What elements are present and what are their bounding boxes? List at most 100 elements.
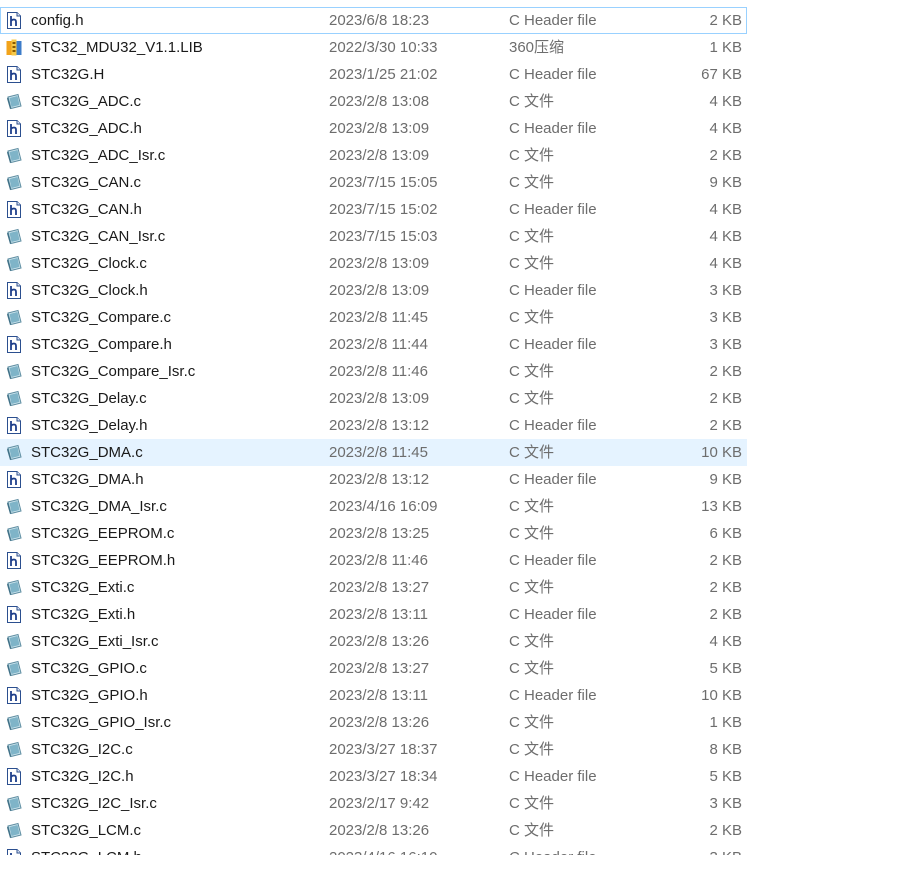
file-size: 3 KB xyxy=(709,282,742,299)
file-name: STC32G_Compare_Isr.c xyxy=(31,363,196,380)
file-row[interactable]: STC32G_DMA_Isr.c 2023/4/16 16:09 C 文件 13… xyxy=(0,493,747,520)
file-date-modified: 2023/2/8 13:11 xyxy=(329,687,428,704)
c-file-icon xyxy=(6,228,22,245)
file-row[interactable]: STC32G_GPIO.h 2023/2/8 13:11 C Header fi… xyxy=(0,682,747,709)
file-size: 1 KB xyxy=(709,714,742,731)
file-date-modified: 2023/2/8 13:27 xyxy=(329,579,430,596)
file-row[interactable]: STC32G_ADC.h 2023/2/8 13:09 C Header fil… xyxy=(0,115,747,142)
c-file-icon xyxy=(6,822,22,839)
file-size: 10 KB xyxy=(701,687,742,704)
file-size: 3 KB xyxy=(709,336,742,353)
file-type: C 文件 xyxy=(509,525,555,542)
file-row[interactable]: STC32G.H 2023/1/25 21:02 C Header file 6… xyxy=(0,61,747,88)
file-row[interactable]: STC32G_Exti.c 2023/2/8 13:27 C 文件 2 KB xyxy=(0,574,747,601)
file-type: C 文件 xyxy=(509,579,555,596)
c-file-icon xyxy=(6,147,22,164)
file-type: C Header file xyxy=(509,120,597,137)
file-name: STC32G_EEPROM.h xyxy=(31,552,176,569)
file-size: 2 KB xyxy=(709,363,742,380)
file-size: 2 KB xyxy=(709,417,742,434)
file-row[interactable]: STC32_MDU32_V1.1.LIB 2022/3/30 10:33 360… xyxy=(0,34,747,61)
file-row[interactable]: STC32G_Delay.c 2023/2/8 13:09 C 文件 2 KB xyxy=(0,385,747,412)
c-file-icon xyxy=(6,309,22,326)
file-type: C 文件 xyxy=(509,363,555,380)
file-type: C 文件 xyxy=(509,309,555,326)
file-row[interactable]: STC32G_Exti_Isr.c 2023/2/8 13:26 C 文件 4 … xyxy=(0,628,747,655)
file-date-modified: 2023/3/27 18:37 xyxy=(329,741,438,758)
archive-file-icon xyxy=(6,39,22,56)
file-row[interactable]: STC32G_GPIO.c 2023/2/8 13:27 C 文件 5 KB xyxy=(0,655,747,682)
file-row[interactable]: STC32G_Compare_Isr.c 2023/2/8 11:46 C 文件… xyxy=(0,358,747,385)
file-name: STC32G_Exti.c xyxy=(31,579,135,596)
c-file-icon xyxy=(6,444,22,461)
file-date-modified: 2023/2/8 13:08 xyxy=(329,93,430,110)
file-row[interactable]: STC32G_CAN.h 2023/7/15 15:02 C Header fi… xyxy=(0,196,747,223)
header-file-icon xyxy=(6,120,22,137)
file-row[interactable]: STC32G_DMA.h 2023/2/8 13:12 C Header fil… xyxy=(0,466,747,493)
file-type: C Header file xyxy=(509,606,597,623)
file-name: STC32G_Exti_Isr.c xyxy=(31,633,159,650)
file-type: C 文件 xyxy=(509,498,555,515)
file-row[interactable]: STC32G_LCM.c 2023/2/8 13:26 C 文件 2 KB xyxy=(0,817,747,844)
file-row[interactable]: STC32G_CAN_Isr.c 2023/7/15 15:03 C 文件 4 … xyxy=(0,223,747,250)
file-row[interactable]: STC32G_CAN.c 2023/7/15 15:05 C 文件 9 KB xyxy=(0,169,747,196)
file-row[interactable]: STC32G_EEPROM.c 2023/2/8 13:25 C 文件 6 KB xyxy=(0,520,747,547)
file-type: C 文件 xyxy=(509,444,555,461)
header-file-icon xyxy=(6,552,22,569)
file-size: 6 KB xyxy=(709,525,742,542)
file-name: STC32G_I2C.h xyxy=(31,768,134,785)
file-row[interactable]: STC32G_EEPROM.h 2023/2/8 11:46 C Header … xyxy=(0,547,747,574)
file-type: C 文件 xyxy=(509,390,555,407)
file-size: 9 KB xyxy=(709,174,742,191)
c-file-icon xyxy=(6,660,22,677)
file-date-modified: 2023/2/8 13:26 xyxy=(329,714,430,731)
file-row[interactable]: STC32G_I2C_Isr.c 2023/2/17 9:42 C 文件 3 K… xyxy=(0,790,747,817)
file-row[interactable]: STC32G_ADC_Isr.c 2023/2/8 13:09 C 文件 2 K… xyxy=(0,142,747,169)
file-row[interactable]: STC32G_Compare.h 2023/2/8 11:44 C Header… xyxy=(0,331,747,358)
header-file-icon xyxy=(6,12,22,29)
file-row[interactable]: STC32G_I2C.h 2023/3/27 18:34 C Header fi… xyxy=(0,763,747,790)
file-type: C 文件 xyxy=(509,174,555,191)
file-type: C Header file xyxy=(509,552,597,569)
file-row[interactable]: STC32G_DMA.c 2023/2/8 11:45 C 文件 10 KB xyxy=(0,439,747,466)
c-file-icon xyxy=(6,498,22,515)
file-date-modified: 2023/2/8 13:09 xyxy=(329,282,430,299)
file-date-modified: 2023/2/8 13:09 xyxy=(329,390,430,407)
file-date-modified: 2023/2/8 11:46 xyxy=(329,552,428,569)
file-row[interactable]: STC32G_Clock.h 2023/2/8 13:09 C Header f… xyxy=(0,277,747,304)
file-name: STC32G_ADC_Isr.c xyxy=(31,147,166,164)
c-file-icon xyxy=(6,255,22,272)
c-file-icon xyxy=(6,633,22,650)
file-size: 1 KB xyxy=(709,39,742,56)
file-size: 2 KB xyxy=(709,579,742,596)
file-size: 4 KB xyxy=(709,228,742,245)
header-file-icon xyxy=(6,471,22,488)
file-size: 10 KB xyxy=(701,444,742,461)
file-row[interactable]: STC32G_Exti.h 2023/2/8 13:11 C Header fi… xyxy=(0,601,747,628)
file-name: STC32G_ADC.c xyxy=(31,93,142,110)
file-size: 3 KB xyxy=(709,309,742,326)
file-date-modified: 2023/4/16 16:09 xyxy=(329,498,438,515)
file-date-modified: 2023/2/8 13:26 xyxy=(329,633,430,650)
file-row[interactable]: STC32G_ADC.c 2023/2/8 13:08 C 文件 4 KB xyxy=(0,88,747,115)
file-row[interactable]: STC32G_I2C.c 2023/3/27 18:37 C 文件 8 KB xyxy=(0,736,747,763)
file-name: STC32G_Compare.c xyxy=(31,309,172,326)
file-row[interactable]: STC32G_Compare.c 2023/2/8 11:45 C 文件 3 K… xyxy=(0,304,747,331)
file-size: 3 KB xyxy=(709,795,742,812)
file-date-modified: 2023/6/8 18:23 xyxy=(329,12,430,29)
file-name: STC32G_Compare.h xyxy=(31,336,172,353)
file-size: 13 KB xyxy=(701,498,742,515)
file-type: C 文件 xyxy=(509,795,555,812)
file-row[interactable]: STC32G_Clock.c 2023/2/8 13:09 C 文件 4 KB xyxy=(0,250,747,277)
file-type: C Header file xyxy=(509,336,597,353)
file-row[interactable]: STC32G_Delay.h 2023/2/8 13:12 C Header f… xyxy=(0,412,747,439)
header-file-icon xyxy=(6,66,22,83)
file-row[interactable]: STC32G_GPIO_Isr.c 2023/2/8 13:26 C 文件 1 … xyxy=(0,709,747,736)
file-row[interactable]: config.h 2023/6/8 18:23 C Header file 2 … xyxy=(0,7,747,34)
file-size: 5 KB xyxy=(709,660,742,677)
file-row[interactable]: STC32G_LCM.h 2023/4/16 16:10 C Header fi… xyxy=(0,844,747,855)
file-name: STC32G_DMA.c xyxy=(31,444,143,461)
file-list[interactable]: config.h 2023/6/8 18:23 C Header file 2 … xyxy=(0,7,747,855)
file-name: STC32G_LCM.c xyxy=(31,822,142,839)
file-date-modified: 2023/2/8 13:09 xyxy=(329,147,430,164)
